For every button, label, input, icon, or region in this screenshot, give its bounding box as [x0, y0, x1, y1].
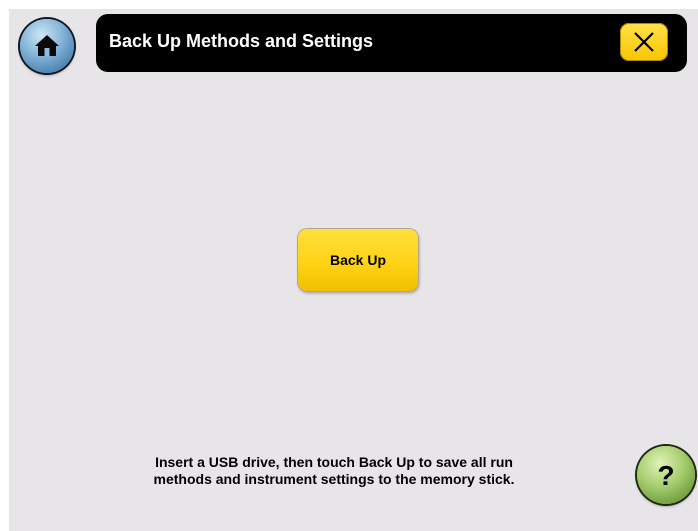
instruction-line-2: methods and instrument settings to the m… — [153, 471, 515, 487]
back-up-button[interactable]: Back Up — [298, 229, 418, 291]
page-title: Back Up Methods and Settings — [109, 31, 374, 51]
home-button[interactable] — [20, 19, 74, 73]
close-button[interactable] — [620, 23, 668, 61]
instruction-line-1: Insert a USB drive, then touch Back Up t… — [155, 454, 513, 470]
title-bar: Back Up Methods and Settings — [96, 14, 687, 72]
home-icon — [35, 35, 59, 56]
help-button[interactable]: ? — [637, 446, 695, 504]
back-up-button-label: Back Up — [329, 252, 387, 268]
help-question-icon: ? — [657, 460, 675, 491]
screen: Back Up Methods and Settings Back Up Ins… — [9, 9, 698, 531]
close-x-icon — [634, 32, 654, 52]
instruction-text: Insert a USB drive, then touch Back Up t… — [89, 454, 579, 488]
